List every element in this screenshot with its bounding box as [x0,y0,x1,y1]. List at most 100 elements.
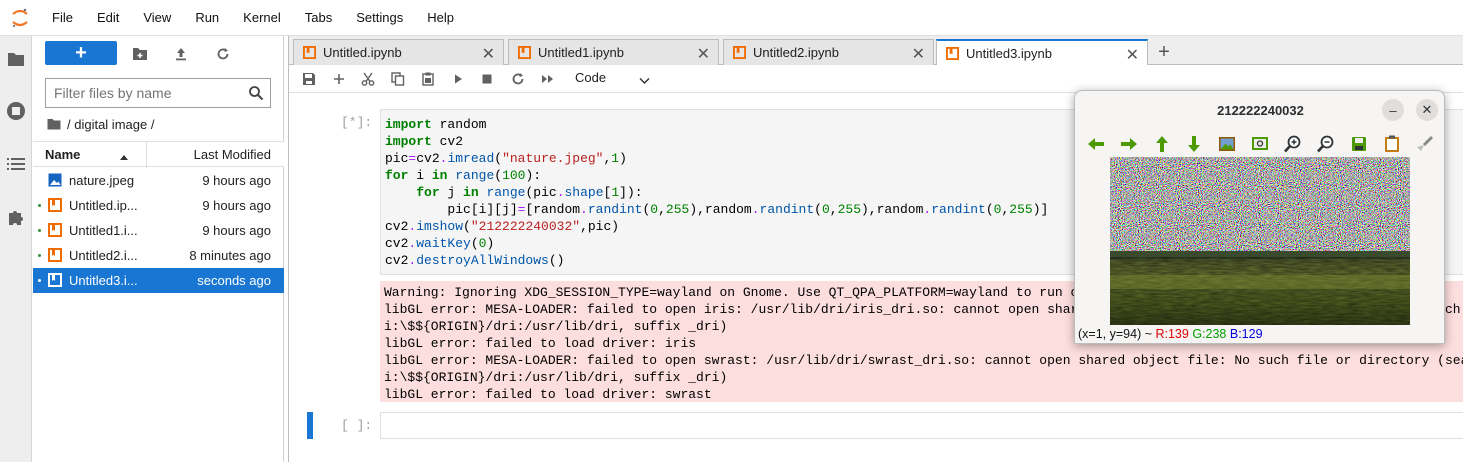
file-row[interactable]: Untitled3.i... seconds ago [33,268,284,293]
upload-icon[interactable] [171,44,191,64]
toc-icon[interactable] [4,152,28,176]
file-row[interactable]: nature.jpeg 9 hours ago [33,168,284,193]
new-folder-icon[interactable] [130,44,150,64]
empty-code-cell[interactable] [380,412,1463,439]
blue-value: B:129 [1229,327,1263,341]
column-divider[interactable] [146,142,147,168]
running-icon[interactable] [4,99,28,123]
zoom-fit-image-icon[interactable] [1216,133,1238,155]
tab-notebook[interactable]: Untitled3.ipynb ✕ [936,39,1148,66]
properties-brush-icon[interactable] [1414,133,1436,155]
cursor-coordinates: (x=1, y=94) ~ [1078,327,1156,341]
insert-cell-icon[interactable] [331,71,347,87]
close-tab-icon[interactable]: ✕ [912,44,925,64]
stop-icon[interactable] [479,71,495,87]
noise-landscape-image [1110,157,1410,325]
close-tab-icon[interactable]: ✕ [482,44,495,64]
file-modified: 9 hours ago [202,223,271,238]
column-name-header[interactable]: Name [45,147,80,162]
cut-icon[interactable] [360,71,376,87]
file-modified: 9 hours ago [202,198,271,213]
image-toolbar [1075,131,1444,157]
file-row[interactable]: Untitled1.i... 9 hours ago [33,218,284,243]
add-tab-button[interactable]: + [1152,41,1176,63]
menu-kernel[interactable]: Kernel [231,0,293,36]
arrow-up-icon[interactable] [1151,133,1173,155]
column-modified-header[interactable]: Last Modified [194,147,271,162]
menu-run[interactable]: Run [183,0,231,36]
menu-edit[interactable]: Edit [85,0,131,36]
tab-notebook[interactable]: Untitled1.ipynb ✕ [508,39,719,65]
running-indicator-icon [38,254,41,257]
tab-notebook[interactable]: Untitled.ipynb ✕ [293,39,504,65]
active-cell-marker [307,412,313,439]
filter-files-input[interactable] [46,79,236,107]
breadcrumb: / digital image / [47,116,154,132]
document-tab-bar: Untitled.ipynb ✕ Untitled1.ipynb ✕ Untitled2… [289,36,1463,66]
minimize-button[interactable]: – [1382,99,1404,121]
notebook-file-icon [946,47,959,63]
arrow-down-icon[interactable] [1183,133,1205,155]
search-icon [248,85,264,104]
menu-settings[interactable]: Settings [344,0,415,36]
menu-bar: File Edit View Run Kernel Tabs Settings … [0,0,1463,36]
menu-help[interactable]: Help [415,0,466,36]
zoom-in-icon[interactable] [1282,133,1304,155]
close-tab-icon[interactable]: ✕ [697,44,710,64]
file-name: Untitled2.i... [69,248,138,263]
copy-to-clipboard-icon[interactable] [1381,133,1403,155]
notebook-file-icon [48,248,62,262]
file-browser: + / digital image / Name Last Modified n… [33,36,284,462]
sort-ascending-icon[interactable] [119,149,129,164]
zoom-out-icon[interactable] [1315,133,1337,155]
cell-type-select[interactable]: Code [575,70,606,85]
cell-prompt: [ ]: [341,418,373,433]
file-row[interactable]: Untitled2.i... 8 minutes ago [33,243,284,268]
notebook-file-icon [303,46,316,62]
notebook-file-icon [48,273,62,287]
folder-icon[interactable] [4,47,28,71]
running-indicator-icon [38,279,41,282]
chevron-down-icon[interactable] [639,73,650,88]
close-button[interactable]: ✕ [1416,99,1438,121]
file-browser-toolbar: + [33,36,284,72]
save-icon[interactable] [301,71,317,87]
filter-files-field[interactable] [45,78,271,108]
arrow-left-icon[interactable] [1085,133,1107,155]
displayed-image[interactable] [1110,157,1410,325]
close-tab-icon[interactable]: ✕ [1126,45,1139,65]
fast-forward-icon[interactable] [540,71,556,87]
running-indicator-icon [38,229,41,232]
file-name: Untitled3.i... [69,273,138,288]
opencv-image-window: 212222240032 – ✕ (x=1, y=94) ~ R:139 G:2… [1074,90,1445,344]
new-launcher-button[interactable]: + [45,41,117,65]
arrow-right-icon[interactable] [1118,133,1140,155]
run-icon[interactable] [450,71,466,87]
file-name: Untitled.ip... [69,198,138,213]
output-line: i:\$${ORIGIN}/dri:/usr/lib/dri, suffix _… [384,319,728,334]
restart-icon[interactable] [510,71,526,87]
file-name: Untitled1.i... [69,223,138,238]
paste-icon[interactable] [420,71,436,87]
jupyter-logo-icon [0,0,40,36]
file-row[interactable]: Untitled.ip... 9 hours ago [33,193,284,218]
zoom-region-icon[interactable] [1249,133,1271,155]
folder-icon[interactable] [47,118,61,130]
extension-icon[interactable] [4,205,28,229]
file-modified: seconds ago [197,273,271,288]
output-line: libGL error: failed to load driver: iris [384,336,697,351]
copy-icon[interactable] [390,71,406,87]
breadcrumb-path[interactable]: / digital image / [67,117,154,132]
pixel-status-bar: (x=1, y=94) ~ R:139 G:238 B:129 [1078,327,1263,341]
notebook-toolbar: Code [289,65,1463,93]
cell-prompt: [*]: [341,115,373,130]
refresh-icon[interactable] [213,44,233,64]
tab-notebook[interactable]: Untitled2.ipynb ✕ [723,39,934,65]
save-image-icon[interactable] [1348,133,1370,155]
menu-tabs[interactable]: Tabs [293,0,344,36]
notebook-file-icon [518,46,531,62]
output-line: i:\$${ORIGIN}/dri:/usr/lib/dri, suffix _… [384,370,728,385]
menu-view[interactable]: View [131,0,183,36]
menu-file[interactable]: File [40,0,85,36]
file-listing-header: Name Last Modified [33,141,284,168]
